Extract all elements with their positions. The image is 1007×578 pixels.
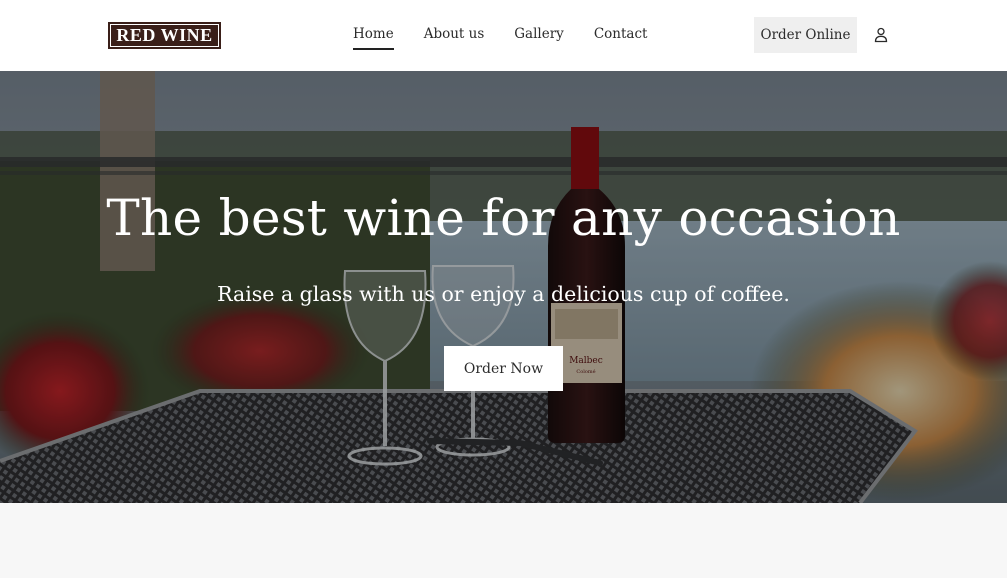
site-header: RED WINE Home About us Gallery Contact O… bbox=[0, 0, 1007, 71]
main-nav: Home About us Gallery Contact bbox=[353, 26, 647, 50]
nav-item-home[interactable]: Home bbox=[353, 26, 394, 50]
order-now-button[interactable]: Order Now bbox=[444, 346, 563, 391]
order-online-button[interactable]: Order Online bbox=[754, 17, 857, 53]
user-icon[interactable] bbox=[874, 27, 888, 43]
content-section bbox=[0, 503, 1007, 578]
hero-title: The best wine for any occasion bbox=[106, 189, 901, 247]
hero-subtitle: Raise a glass with us or enjoy a delicio… bbox=[217, 282, 790, 306]
logo-text: RED WINE bbox=[111, 25, 218, 46]
hero-section: Malbec Colomé The best wine for any occa… bbox=[0, 71, 1007, 503]
nav-item-about[interactable]: About us bbox=[424, 26, 485, 50]
nav-item-gallery[interactable]: Gallery bbox=[514, 26, 564, 50]
logo[interactable]: RED WINE bbox=[108, 22, 221, 49]
nav-item-contact[interactable]: Contact bbox=[594, 26, 648, 50]
